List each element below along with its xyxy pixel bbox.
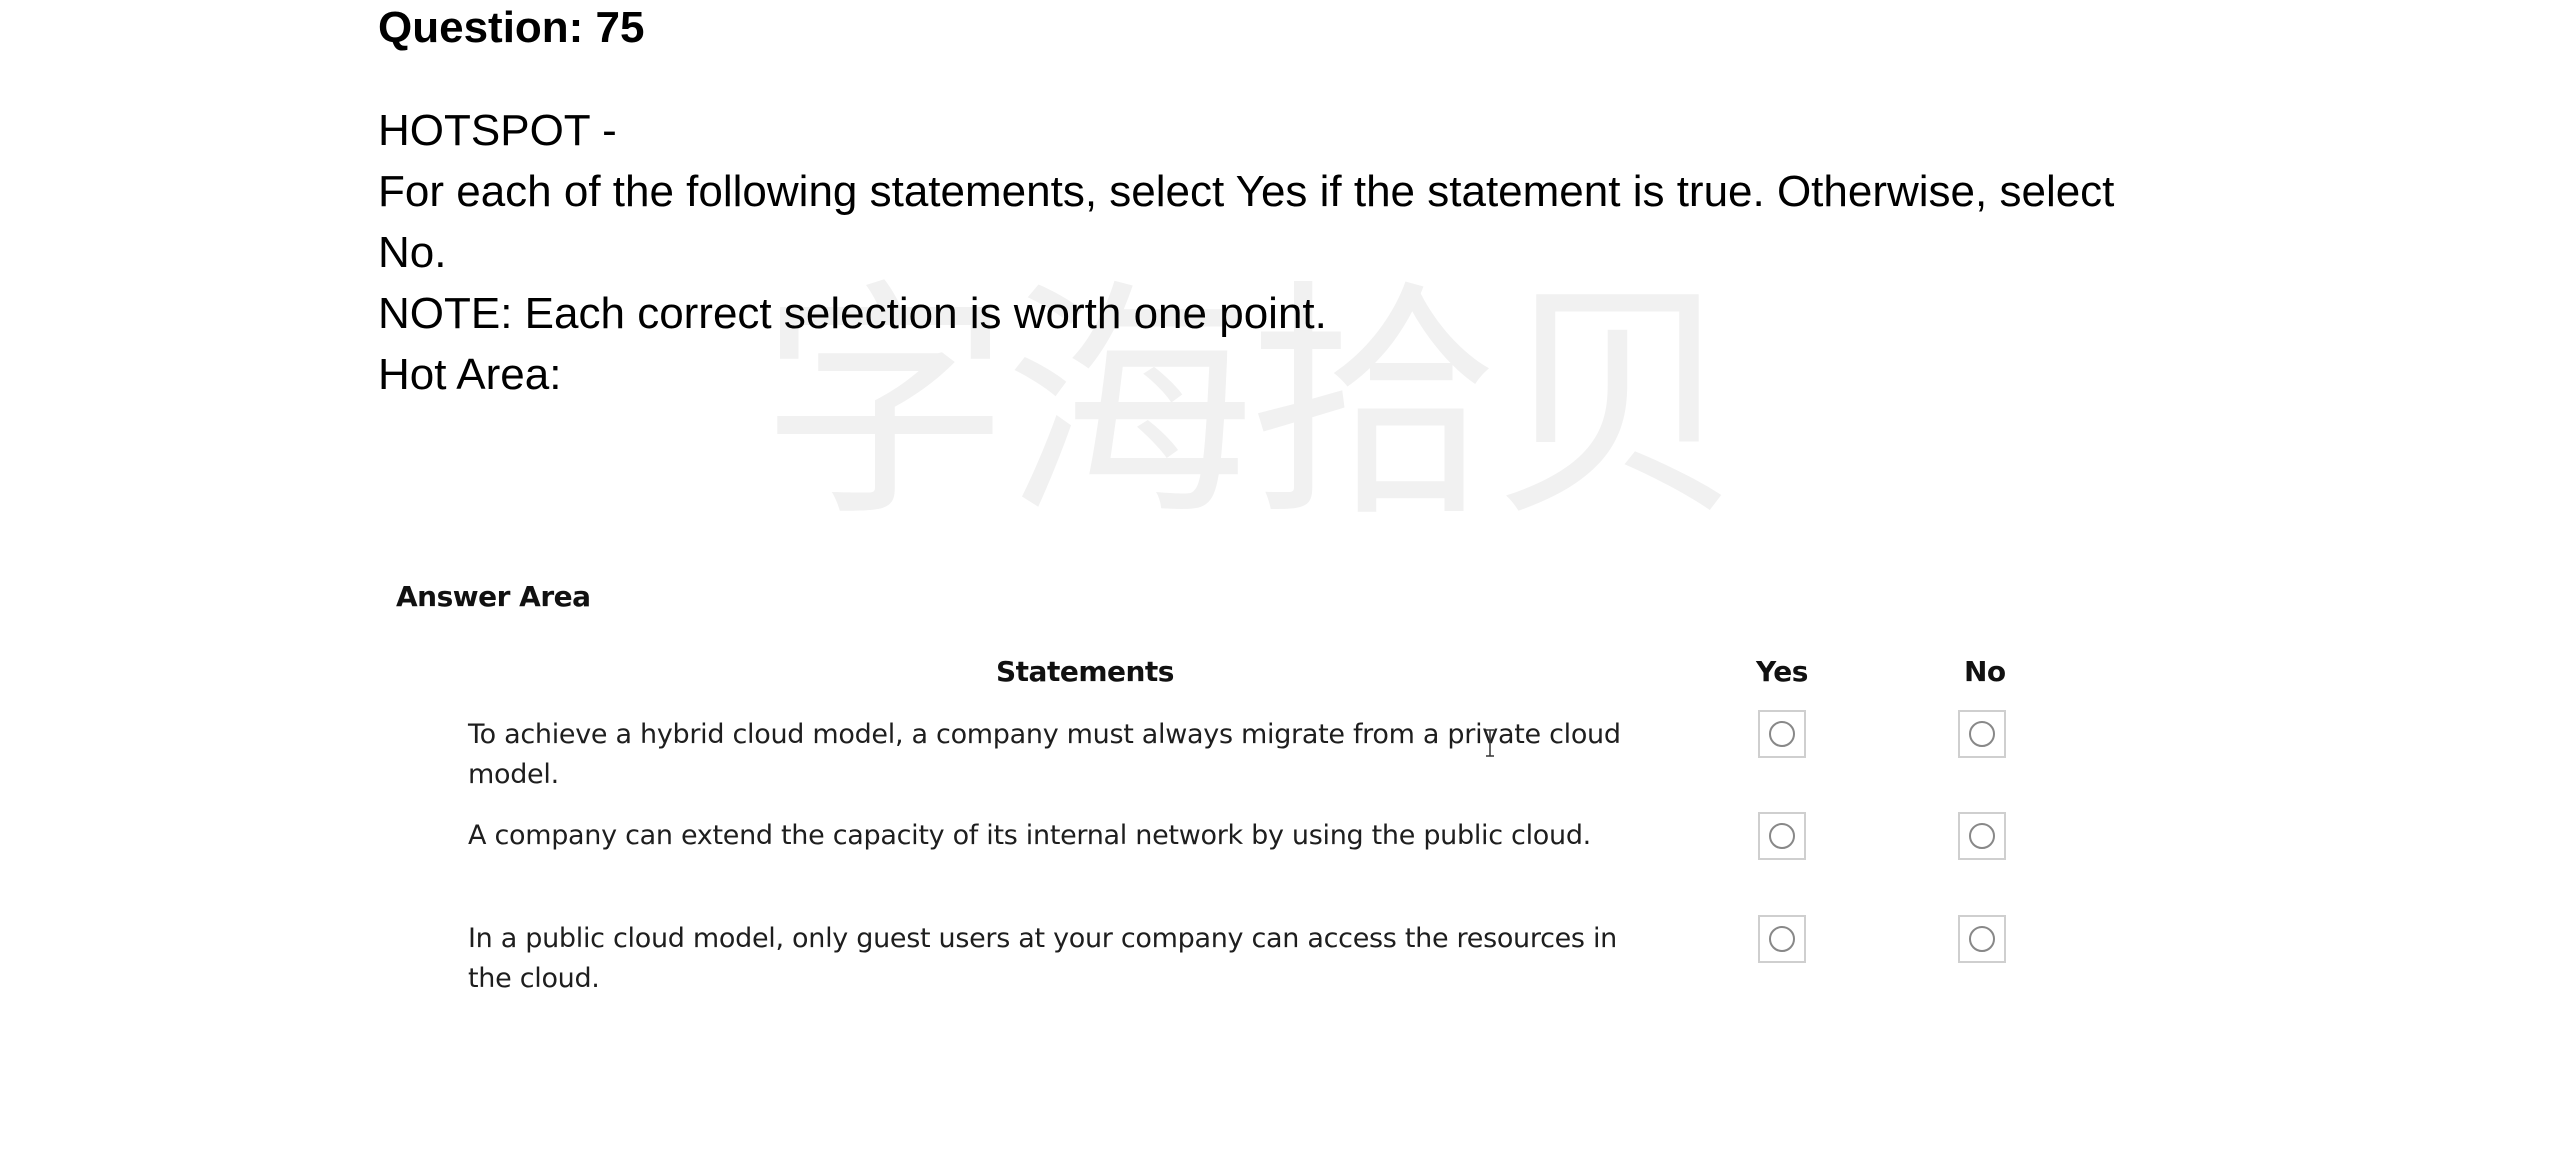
statement-text: In a public cloud model, only guest user… [468, 923, 1617, 994]
statement-2-yes-radio[interactable] [1758, 812, 1806, 860]
statement-text: A company can extend the capacity of its… [468, 820, 1591, 851]
statements-header: Statements [996, 655, 1174, 688]
no-header: No [1964, 655, 2006, 688]
statement-3-yes-radio[interactable] [1758, 915, 1806, 963]
text-cursor-icon [1486, 729, 1494, 757]
radio-unchecked-icon [1769, 926, 1795, 952]
answer-area: Answer Area Statements Yes No To achieve… [0, 0, 2550, 1171]
radio-unchecked-icon [1969, 823, 1995, 849]
statement-1-yes-radio[interactable] [1758, 710, 1806, 758]
answer-area-label: Answer Area [396, 580, 591, 613]
statement-1-no-radio[interactable] [1958, 710, 2006, 758]
yes-header: Yes [1756, 655, 1808, 688]
radio-unchecked-icon [1969, 721, 1995, 747]
statement-2-no-radio[interactable] [1958, 812, 2006, 860]
radio-unchecked-icon [1769, 823, 1795, 849]
radio-unchecked-icon [1769, 721, 1795, 747]
radio-unchecked-icon [1969, 926, 1995, 952]
statement-3-no-radio[interactable] [1958, 915, 2006, 963]
